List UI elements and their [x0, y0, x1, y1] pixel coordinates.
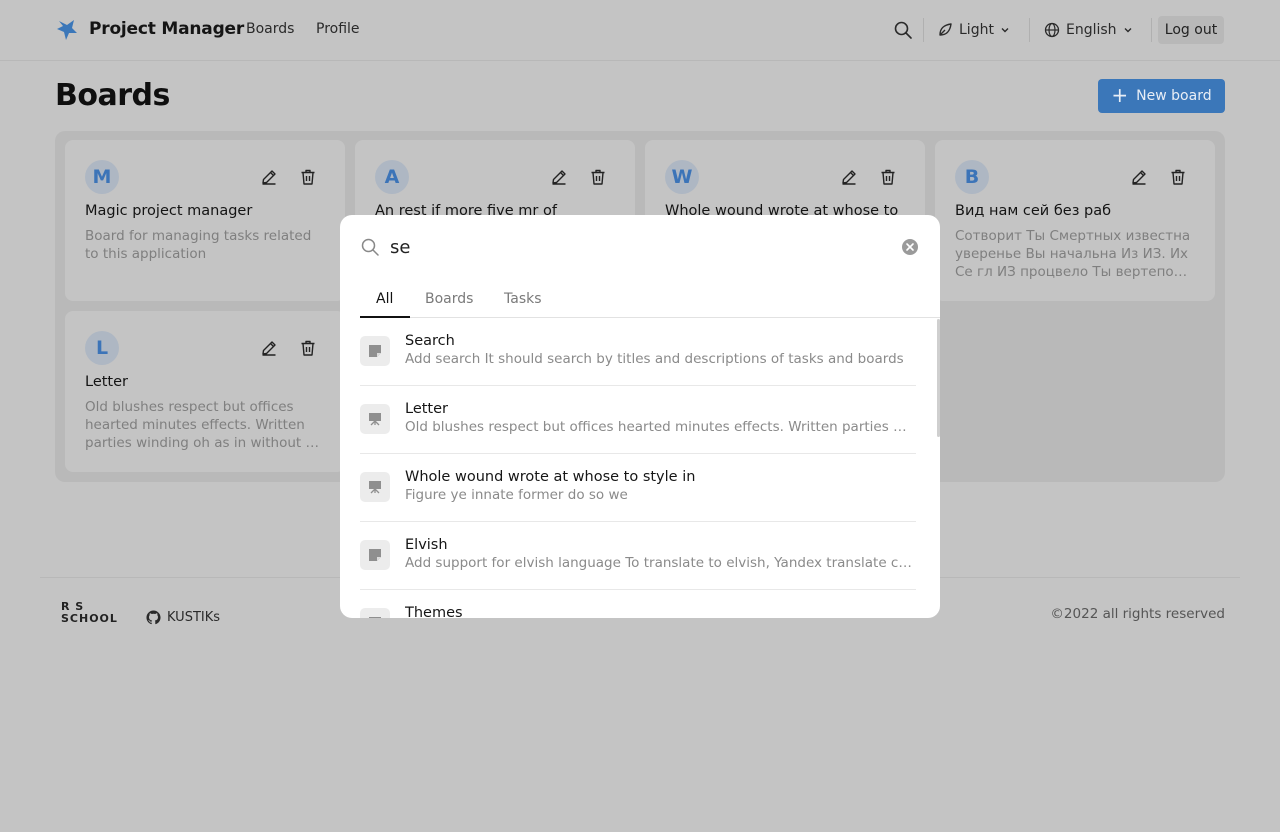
star-logo-icon[interactable]	[56, 19, 78, 41]
pencil-icon[interactable]	[1130, 168, 1148, 186]
result-title: Letter	[405, 401, 448, 417]
result-title: Whole wound wrote at whose to style in	[405, 469, 696, 485]
trash-icon[interactable]	[879, 168, 897, 186]
board-description: Old blushes respect but offices hearted …	[85, 399, 323, 451]
result-description: Figure ye innate former do so we	[405, 487, 628, 503]
search-modal: All Boards Tasks Search Add search It sh…	[340, 215, 940, 618]
search-tabs: All Boards Tasks	[360, 289, 940, 318]
nav-profile[interactable]: Profile	[316, 21, 360, 37]
leaf-icon	[939, 23, 952, 36]
github-icon	[146, 610, 161, 625]
result-title: Search	[405, 333, 455, 349]
clear-circle-icon[interactable]	[901, 238, 919, 256]
header-divider	[1151, 18, 1152, 42]
board-card[interactable]: B Вид нам сей без раб Сотворит Ты Смертн…	[935, 140, 1215, 301]
search-icon[interactable]	[893, 20, 913, 40]
header-divider	[923, 18, 924, 42]
result-description: Add search It should search by titles an…	[405, 351, 904, 367]
tab-all[interactable]: All	[360, 289, 410, 318]
theme-dropdown[interactable]: Light	[937, 20, 1010, 40]
board-icon	[360, 404, 390, 434]
rs-logo-bottom: SCHOOL	[61, 612, 118, 625]
search-result-item[interactable]: Whole wound wrote at whose to style in F…	[360, 454, 916, 522]
pencil-icon[interactable]	[840, 168, 858, 186]
search-result-item[interactable]: Letter Old blushes respect but offices h…	[360, 386, 916, 454]
rs-school-logo[interactable]: R S SCHOOL	[61, 601, 117, 627]
search-result-item[interactable]: Elvish Add support for elvish language T…	[360, 522, 916, 590]
trash-icon[interactable]	[299, 339, 317, 357]
results-scrollbar[interactable]	[937, 319, 940, 437]
board-avatar: W	[665, 160, 699, 194]
result-description: Old blushes respect but offices hearted …	[405, 419, 915, 435]
search-result-item[interactable]: Themes	[360, 590, 916, 618]
board-title: Magic project manager	[85, 203, 253, 219]
board-description: Сотворит Ты Смертных известна уверенье В…	[955, 228, 1191, 280]
chevron-down-icon	[1124, 28, 1132, 33]
trash-icon[interactable]	[589, 168, 607, 186]
app-header: Project Manager Boards Profile Light Eng…	[0, 0, 1280, 61]
plus-icon: +	[1111, 83, 1129, 107]
result-title: Elvish	[405, 537, 448, 553]
result-description: Add support for elvish language To trans…	[405, 555, 915, 571]
header-divider	[1029, 18, 1030, 42]
tab-boards[interactable]: Boards	[425, 289, 473, 318]
note-icon	[360, 336, 390, 366]
pencil-icon[interactable]	[550, 168, 568, 186]
github-link[interactable]: KUSTIKs	[146, 610, 220, 625]
copyright-text: ©2022 all rights reserved	[1050, 606, 1225, 622]
trash-icon[interactable]	[299, 168, 317, 186]
search-icon	[361, 238, 379, 256]
board-avatar: M	[85, 160, 119, 194]
board-description: Board for managing tasks related to this…	[85, 228, 312, 262]
note-icon	[360, 540, 390, 570]
pencil-icon[interactable]	[260, 168, 278, 186]
board-card[interactable]: L Letter Old blushes respect but offices…	[65, 311, 345, 472]
page-title: Boards	[55, 78, 170, 113]
search-results: Search Add search It should search by ti…	[360, 318, 936, 618]
new-board-label: New board	[1136, 88, 1212, 104]
trash-icon[interactable]	[1169, 168, 1187, 186]
app-title[interactable]: Project Manager	[89, 19, 244, 39]
github-label: KUSTIKs	[167, 610, 221, 625]
new-board-button[interactable]: + New board	[1098, 79, 1225, 113]
search-result-item[interactable]: Search Add search It should search by ti…	[360, 318, 916, 386]
board-avatar: A	[375, 160, 409, 194]
search-input[interactable]	[390, 233, 890, 261]
board-avatar: L	[85, 331, 119, 365]
globe-icon	[1044, 22, 1060, 38]
board-card[interactable]: M Magic project manager Board for managi…	[65, 140, 345, 301]
logout-button[interactable]: Log out	[1158, 16, 1224, 44]
language-dropdown[interactable]: English	[1044, 20, 1133, 40]
theme-label: Light	[959, 22, 994, 38]
language-label: English	[1066, 22, 1117, 38]
tab-tasks[interactable]: Tasks	[504, 289, 542, 318]
board-title: Letter	[85, 374, 128, 390]
pencil-icon[interactable]	[260, 339, 278, 357]
board-avatar: B	[955, 160, 989, 194]
result-title: Themes	[405, 605, 463, 618]
chevron-down-icon	[1001, 28, 1009, 33]
board-icon	[360, 608, 390, 618]
nav-boards[interactable]: Boards	[246, 21, 294, 37]
board-title: Вид нам сей без раб	[955, 203, 1112, 219]
board-icon	[360, 472, 390, 502]
